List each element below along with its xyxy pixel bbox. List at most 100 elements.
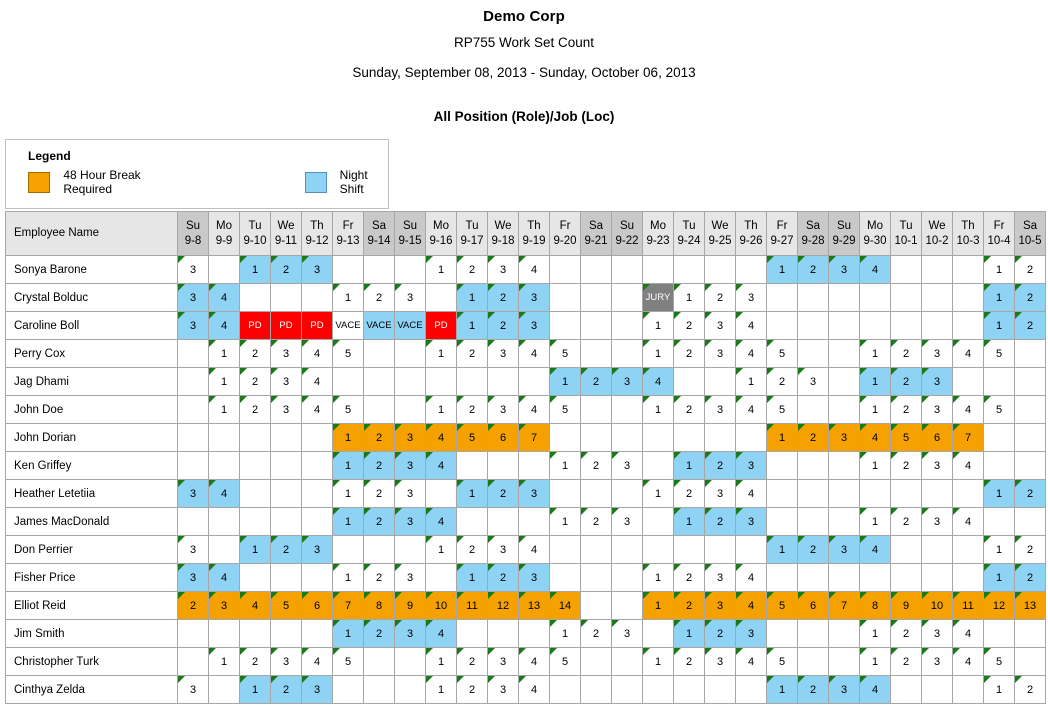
shift-count-cell[interactable] [766, 619, 798, 648]
shift-count-cell[interactable]: 2 [673, 563, 705, 592]
shift-count-cell[interactable]: 3 [704, 395, 736, 424]
shift-count-cell[interactable] [673, 675, 705, 704]
shift-count-cell[interactable] [363, 675, 395, 704]
shift-count-cell[interactable]: 3 [177, 479, 209, 508]
shift-count-cell[interactable] [363, 339, 395, 368]
shift-count-cell[interactable] [890, 675, 922, 704]
shift-count-cell[interactable]: 2 [239, 395, 271, 424]
shift-count-cell[interactable] [828, 507, 860, 536]
shift-count-cell[interactable]: 1 [642, 563, 674, 592]
shift-count-cell[interactable] [642, 619, 674, 648]
shift-count-cell[interactable] [921, 255, 953, 284]
shift-count-cell[interactable]: 1 [642, 395, 674, 424]
shift-count-cell[interactable]: 3 [301, 535, 333, 564]
shift-count-cell[interactable]: 2 [797, 675, 829, 704]
shift-count-cell[interactable]: 3 [704, 311, 736, 340]
shift-count-cell[interactable] [766, 451, 798, 480]
shift-count-cell[interactable] [642, 255, 674, 284]
shift-count-cell[interactable]: 4 [952, 619, 984, 648]
shift-count-cell[interactable]: 7 [828, 591, 860, 620]
shift-count-cell[interactable] [890, 311, 922, 340]
shift-count-cell[interactable]: 2 [673, 647, 705, 676]
shift-count-cell[interactable]: 1 [642, 647, 674, 676]
shift-count-cell[interactable] [580, 311, 612, 340]
shift-count-cell[interactable]: 3 [704, 647, 736, 676]
shift-count-cell[interactable]: 4 [425, 451, 457, 480]
shift-count-cell[interactable]: 3 [704, 339, 736, 368]
shift-count-cell[interactable] [797, 563, 829, 592]
shift-count-cell[interactable]: 2 [580, 619, 612, 648]
shift-count-cell[interactable]: 14 [549, 591, 581, 620]
shift-count-cell[interactable] [797, 451, 829, 480]
shift-count-cell[interactable]: 4 [735, 395, 767, 424]
shift-count-cell[interactable] [239, 451, 271, 480]
shift-count-cell[interactable] [828, 283, 860, 312]
shift-count-cell[interactable]: 2 [580, 507, 612, 536]
shift-count-cell[interactable] [580, 563, 612, 592]
shift-count-cell[interactable] [549, 479, 581, 508]
shift-count-cell[interactable] [549, 255, 581, 284]
shift-count-cell[interactable]: VACE [394, 311, 426, 340]
shift-count-cell[interactable] [332, 367, 364, 396]
shift-count-cell[interactable]: 3 [921, 507, 953, 536]
shift-count-cell[interactable]: 2 [1014, 675, 1046, 704]
shift-count-cell[interactable]: 2 [363, 423, 395, 452]
shift-count-cell[interactable] [549, 423, 581, 452]
shift-count-cell[interactable]: 2 [797, 535, 829, 564]
shift-count-cell[interactable]: 3 [921, 367, 953, 396]
shift-count-cell[interactable] [735, 255, 767, 284]
shift-count-cell[interactable]: 3 [270, 339, 302, 368]
shift-count-cell[interactable]: 3 [921, 619, 953, 648]
shift-count-cell[interactable]: 1 [983, 675, 1015, 704]
shift-count-cell[interactable]: 3 [611, 619, 643, 648]
shift-count-cell[interactable]: 4 [859, 535, 891, 564]
shift-count-cell[interactable] [952, 675, 984, 704]
shift-count-cell[interactable] [673, 535, 705, 564]
shift-count-cell[interactable]: 4 [301, 339, 333, 368]
shift-count-cell[interactable]: VACE [332, 311, 364, 340]
shift-count-cell[interactable]: 1 [766, 255, 798, 284]
shift-count-cell[interactable] [859, 563, 891, 592]
shift-count-cell[interactable]: 2 [673, 395, 705, 424]
shift-count-cell[interactable]: 1 [983, 479, 1015, 508]
shift-count-cell[interactable]: 2 [1014, 283, 1046, 312]
shift-count-cell[interactable] [828, 619, 860, 648]
shift-count-cell[interactable] [549, 283, 581, 312]
shift-count-cell[interactable]: 2 [890, 451, 922, 480]
shift-count-cell[interactable]: 1 [425, 339, 457, 368]
shift-count-cell[interactable] [239, 619, 271, 648]
shift-count-cell[interactable]: 3 [270, 647, 302, 676]
shift-count-cell[interactable]: 2 [1014, 311, 1046, 340]
shift-count-cell[interactable] [735, 675, 767, 704]
shift-count-cell[interactable]: 11 [952, 591, 984, 620]
shift-count-cell[interactable]: 2 [1014, 479, 1046, 508]
shift-count-cell[interactable]: 4 [859, 255, 891, 284]
shift-count-cell[interactable] [1014, 423, 1046, 452]
shift-count-cell[interactable] [952, 535, 984, 564]
shift-count-cell[interactable]: 4 [735, 339, 767, 368]
shift-count-cell[interactable]: 5 [270, 591, 302, 620]
shift-count-cell[interactable] [859, 311, 891, 340]
shift-count-cell[interactable]: 3 [177, 675, 209, 704]
shift-count-cell[interactable]: JURY [642, 283, 674, 312]
shift-count-cell[interactable] [828, 311, 860, 340]
shift-count-cell[interactable]: 1 [983, 255, 1015, 284]
shift-count-cell[interactable]: 1 [983, 535, 1015, 564]
shift-count-cell[interactable] [921, 283, 953, 312]
shift-count-cell[interactable]: 4 [425, 423, 457, 452]
shift-count-cell[interactable]: 2 [766, 367, 798, 396]
shift-count-cell[interactable]: 2 [363, 507, 395, 536]
shift-count-cell[interactable] [580, 535, 612, 564]
shift-count-cell[interactable]: 5 [983, 395, 1015, 424]
shift-count-cell[interactable] [828, 339, 860, 368]
shift-count-cell[interactable]: 5 [766, 395, 798, 424]
shift-count-cell[interactable]: 3 [704, 479, 736, 508]
shift-count-cell[interactable] [487, 367, 519, 396]
shift-count-cell[interactable] [270, 479, 302, 508]
shift-count-cell[interactable] [890, 255, 922, 284]
shift-count-cell[interactable] [363, 647, 395, 676]
shift-count-cell[interactable]: 1 [642, 311, 674, 340]
shift-count-cell[interactable]: 1 [332, 619, 364, 648]
shift-count-cell[interactable] [735, 423, 767, 452]
shift-count-cell[interactable]: 2 [270, 675, 302, 704]
